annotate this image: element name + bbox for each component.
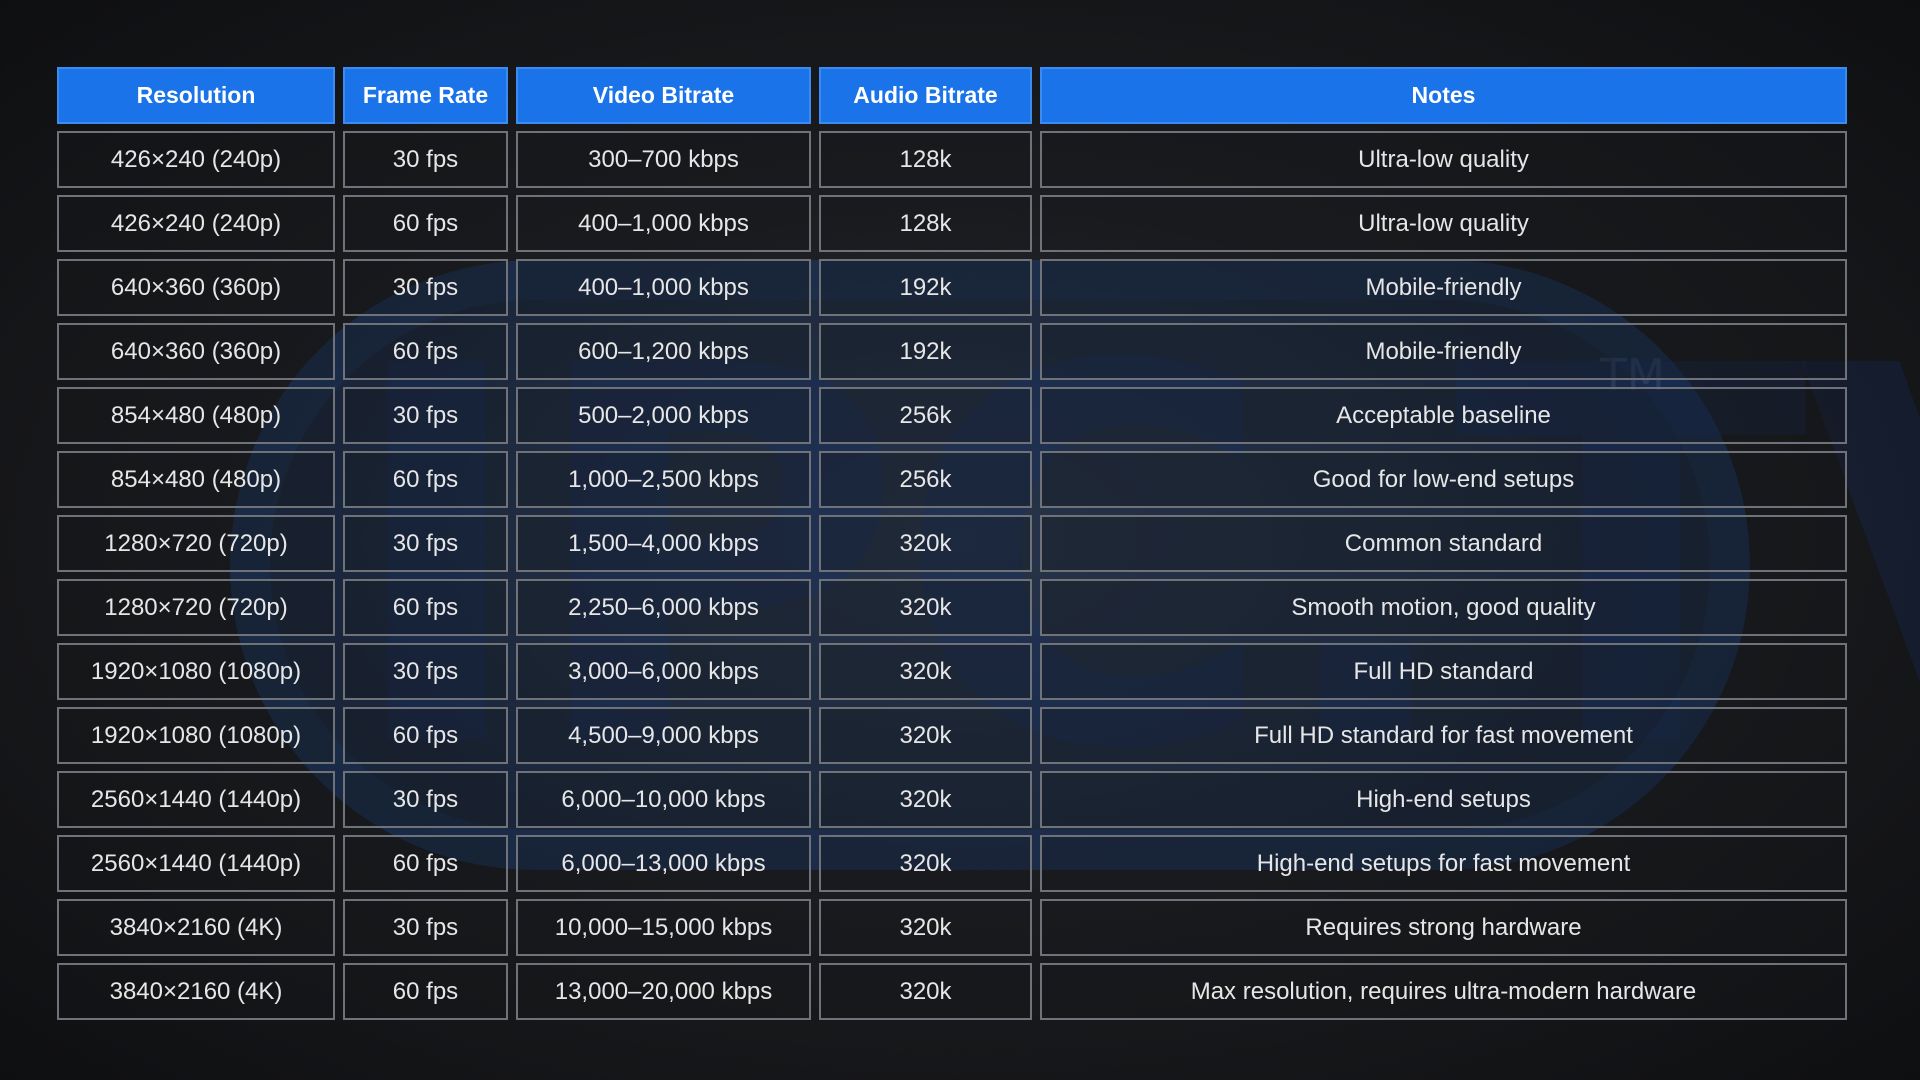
cell-notes: Requires strong hardware — [1040, 899, 1847, 956]
cell-resolution: 426×240 (240p) — [57, 195, 335, 252]
table-row: 2560×1440 (1440p) 30 fps 6,000–10,000 kbps… — [57, 771, 1863, 828]
cell-notes: Acceptable baseline — [1040, 387, 1847, 444]
cell-notes: High-end setups for fast movement — [1040, 835, 1847, 892]
cell-frame-rate: 60 fps — [343, 451, 508, 508]
header-video-bitrate: Video Bitrate — [516, 67, 811, 124]
table-header-row: Resolution Frame Rate Video Bitrate Audi… — [57, 67, 1863, 124]
cell-audio-bitrate: 256k — [819, 387, 1032, 444]
cell-resolution: 640×360 (360p) — [57, 259, 335, 316]
table-row: 640×360 (360p) 60 fps 600–1,200 kbps 192k Mo… — [57, 323, 1863, 380]
cell-resolution: 1920×1080 (1080p) — [57, 707, 335, 764]
cell-notes: Full HD standard — [1040, 643, 1847, 700]
cell-frame-rate: 30 fps — [343, 643, 508, 700]
cell-frame-rate: 60 fps — [343, 323, 508, 380]
cell-resolution: 854×480 (480p) — [57, 451, 335, 508]
cell-frame-rate: 60 fps — [343, 707, 508, 764]
cell-audio-bitrate: 320k — [819, 579, 1032, 636]
cell-frame-rate: 30 fps — [343, 387, 508, 444]
cell-frame-rate: 30 fps — [343, 515, 508, 572]
cell-audio-bitrate: 128k — [819, 195, 1032, 252]
cell-frame-rate: 30 fps — [343, 259, 508, 316]
cell-frame-rate: 60 fps — [343, 963, 508, 1020]
cell-frame-rate: 60 fps — [343, 579, 508, 636]
cell-video-bitrate: 10,000–15,000 kbps — [516, 899, 811, 956]
table-row: 3840×2160 (4K) 60 fps 13,000–20,000 kbps 32… — [57, 963, 1863, 1020]
cell-audio-bitrate: 320k — [819, 707, 1032, 764]
table-row: 854×480 (480p) 60 fps 1,000–2,500 kbps 256k… — [57, 451, 1863, 508]
cell-resolution: 640×360 (360p) — [57, 323, 335, 380]
cell-notes: Mobile-friendly — [1040, 323, 1847, 380]
header-audio-bitrate: Audio Bitrate — [819, 67, 1032, 124]
cell-resolution: 1280×720 (720p) — [57, 579, 335, 636]
cell-notes: Mobile-friendly — [1040, 259, 1847, 316]
cell-notes: Ultra-low quality — [1040, 131, 1847, 188]
cell-audio-bitrate: 320k — [819, 835, 1032, 892]
cell-notes: High-end setups — [1040, 771, 1847, 828]
cell-audio-bitrate: 320k — [819, 963, 1032, 1020]
table-row: 640×360 (360p) 30 fps 400–1,000 kbps 192k Mo… — [57, 259, 1863, 316]
cell-audio-bitrate: 192k — [819, 323, 1032, 380]
cell-resolution: 2560×1440 (1440p) — [57, 835, 335, 892]
header-resolution: Resolution — [57, 67, 335, 124]
cell-frame-rate: 30 fps — [343, 131, 508, 188]
cell-video-bitrate: 600–1,200 kbps — [516, 323, 811, 380]
cell-resolution: 3840×2160 (4K) — [57, 963, 335, 1020]
table-row: 1920×1080 (1080p) 30 fps 3,000–6,000 kbps 3… — [57, 643, 1863, 700]
cell-resolution: 2560×1440 (1440p) — [57, 771, 335, 828]
cell-notes: Common standard — [1040, 515, 1847, 572]
cell-notes: Ultra-low quality — [1040, 195, 1847, 252]
bitrate-table: Resolution Frame Rate Video Bitrate Audi… — [57, 67, 1863, 1027]
header-frame-rate: Frame Rate — [343, 67, 508, 124]
cell-video-bitrate: 300–700 kbps — [516, 131, 811, 188]
table-row: 1280×720 (720p) 30 fps 1,500–4,000 kbps 320… — [57, 515, 1863, 572]
cell-resolution: 1280×720 (720p) — [57, 515, 335, 572]
cell-audio-bitrate: 320k — [819, 643, 1032, 700]
cell-audio-bitrate: 320k — [819, 515, 1032, 572]
header-notes: Notes — [1040, 67, 1847, 124]
cell-notes: Max resolution, requires ultra-modern ha… — [1040, 963, 1847, 1020]
cell-video-bitrate: 13,000–20,000 kbps — [516, 963, 811, 1020]
table-row: 2560×1440 (1440p) 60 fps 6,000–13,000 kbps… — [57, 835, 1863, 892]
cell-notes: Smooth motion, good quality — [1040, 579, 1847, 636]
cell-video-bitrate: 400–1,000 kbps — [516, 259, 811, 316]
cell-video-bitrate: 1,500–4,000 kbps — [516, 515, 811, 572]
cell-video-bitrate: 2,250–6,000 kbps — [516, 579, 811, 636]
cell-video-bitrate: 1,000–2,500 kbps — [516, 451, 811, 508]
cell-resolution: 854×480 (480p) — [57, 387, 335, 444]
table-row: 3840×2160 (4K) 30 fps 10,000–15,000 kbps 32… — [57, 899, 1863, 956]
cell-resolution: 1920×1080 (1080p) — [57, 643, 335, 700]
cell-audio-bitrate: 320k — [819, 771, 1032, 828]
cell-frame-rate: 30 fps — [343, 899, 508, 956]
cell-frame-rate: 60 fps — [343, 195, 508, 252]
table-row: 1920×1080 (1080p) 60 fps 4,500–9,000 kbps 3… — [57, 707, 1863, 764]
cell-video-bitrate: 6,000–10,000 kbps — [516, 771, 811, 828]
cell-notes: Good for low-end setups — [1040, 451, 1847, 508]
table-body: 426×240 (240p) 30 fps 300–700 kbps 128k Ultr… — [57, 131, 1863, 1020]
table-row: 1280×720 (720p) 60 fps 2,250–6,000 kbps 320… — [57, 579, 1863, 636]
table-row: 854×480 (480p) 30 fps 500–2,000 kbps 256k Ac… — [57, 387, 1863, 444]
cell-notes: Full HD standard for fast movement — [1040, 707, 1847, 764]
cell-resolution: 3840×2160 (4K) — [57, 899, 335, 956]
cell-frame-rate: 60 fps — [343, 835, 508, 892]
cell-video-bitrate: 4,500–9,000 kbps — [516, 707, 811, 764]
cell-audio-bitrate: 128k — [819, 131, 1032, 188]
cell-video-bitrate: 3,000–6,000 kbps — [516, 643, 811, 700]
table-row: 426×240 (240p) 60 fps 400–1,000 kbps 128k Ul… — [57, 195, 1863, 252]
cell-audio-bitrate: 192k — [819, 259, 1032, 316]
cell-resolution: 426×240 (240p) — [57, 131, 335, 188]
cell-frame-rate: 30 fps — [343, 771, 508, 828]
cell-audio-bitrate: 256k — [819, 451, 1032, 508]
cell-video-bitrate: 400–1,000 kbps — [516, 195, 811, 252]
cell-video-bitrate: 500–2,000 kbps — [516, 387, 811, 444]
table-row: 426×240 (240p) 30 fps 300–700 kbps 128k Ultr… — [57, 131, 1863, 188]
cell-audio-bitrate: 320k — [819, 899, 1032, 956]
cell-video-bitrate: 6,000–13,000 kbps — [516, 835, 811, 892]
